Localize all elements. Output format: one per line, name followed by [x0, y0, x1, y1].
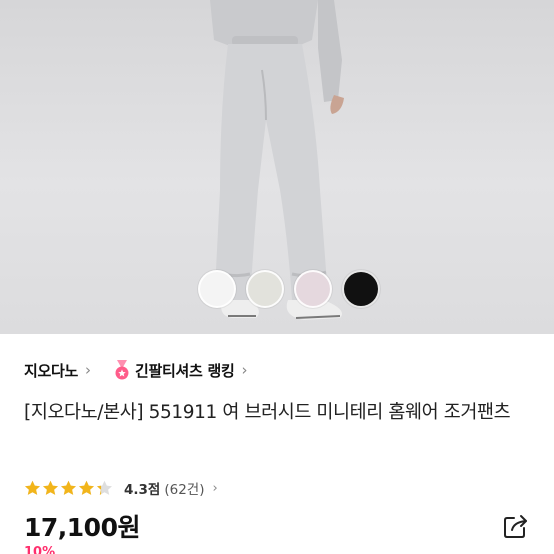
product-price: 17,100원	[24, 513, 140, 542]
rating-stars	[24, 480, 114, 497]
chevron-right-icon: ›	[212, 480, 218, 496]
swatch-white[interactable]	[198, 270, 236, 308]
product-title: [지오다노/본사] 551911 여 브러시드 미니테리 홈웨어 조거팬츠	[24, 402, 511, 423]
brand-link[interactable]: 지오다노	[24, 360, 78, 381]
chevron-right-icon: ›	[85, 361, 92, 379]
color-swatches	[198, 270, 388, 314]
star-icon	[97, 480, 112, 495]
swatch-black[interactable]	[342, 270, 380, 308]
medal-icon	[115, 360, 129, 380]
discount-rate: 10%	[24, 546, 56, 554]
rating-score: 4.3점	[124, 482, 161, 498]
swatch-light-gray[interactable]	[246, 270, 284, 308]
rating-row[interactable]: 4.3점 (62건) ›	[24, 476, 218, 500]
product-image[interactable]	[0, 0, 554, 334]
chevron-right-icon: ›	[241, 361, 248, 379]
ranking-link[interactable]: 긴팔티셔츠 랭킹	[135, 360, 235, 381]
share-icon[interactable]	[502, 512, 530, 540]
star-icon	[43, 480, 58, 495]
brand-row: 지오다노 › 긴팔티셔츠 랭킹 ›	[24, 356, 269, 384]
star-icon	[25, 480, 40, 495]
star-icon	[61, 480, 76, 495]
swatch-pink[interactable]	[294, 270, 332, 308]
star-icon	[79, 480, 94, 495]
review-count: (62건)	[164, 482, 205, 498]
